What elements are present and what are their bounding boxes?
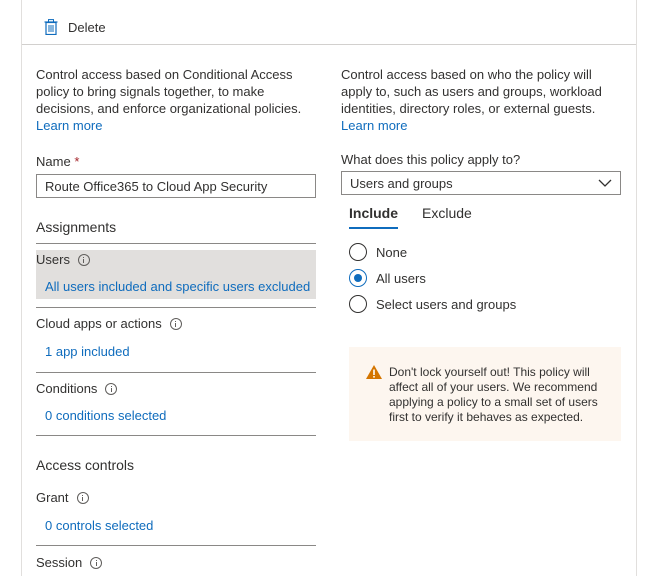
apply-to-label: What does this policy apply to? [341, 152, 521, 167]
delete-label: Delete [68, 19, 106, 35]
radio-option-none[interactable]: None [349, 243, 407, 261]
info-icon[interactable] [169, 317, 182, 330]
name-label-text: Name [36, 154, 71, 169]
grant-divider [36, 545, 316, 546]
command-bar [22, 0, 636, 45]
chevron-down-icon [598, 179, 612, 187]
radio-option-all-users[interactable]: All users [349, 269, 426, 287]
info-icon[interactable] [105, 382, 118, 395]
trash-icon [44, 19, 58, 35]
apply-to-dropdown[interactable]: Users and groups [341, 171, 621, 195]
info-icon[interactable] [77, 253, 90, 266]
radio-none-label: None [376, 244, 408, 260]
left-description-text: Control access based on Conditional Acce… [36, 67, 302, 116]
session-label: Session [36, 555, 83, 570]
radio-select-users-label: Select users and groups [376, 296, 517, 312]
info-icon[interactable] [90, 556, 103, 569]
grant-value-link[interactable]: 0 controls selected [45, 518, 153, 533]
required-mark: * [74, 154, 80, 169]
cloud-apps-assignment[interactable]: Cloud apps or actions 1 app included [36, 310, 316, 370]
grant-control[interactable]: Grant 0 controls selected [36, 483, 316, 541]
warning-icon [366, 365, 382, 379]
session-control[interactable]: Session [36, 548, 316, 576]
left-description: Control access based on Conditional Acce… [36, 66, 311, 134]
delete-button[interactable]: Delete [44, 16, 106, 38]
right-description-text: Control access based on who the policy w… [341, 67, 602, 116]
users-title: Users [36, 252, 90, 267]
grant-title: Grant [36, 490, 89, 505]
policy-name-input[interactable] [36, 174, 316, 198]
warning-text: Don't lock yourself out! This policy wil… [389, 365, 598, 424]
access-controls-heading: Access controls [36, 457, 135, 473]
cloud-apps-value-link[interactable]: 1 app included [45, 344, 130, 359]
blade-left-border [21, 0, 22, 576]
radio-select-users[interactable] [349, 295, 367, 313]
conditions-value-link[interactable]: 0 conditions selected [45, 408, 166, 423]
assignments-divider [36, 243, 316, 244]
radio-all-users-label: All users [376, 270, 426, 286]
users-assignment[interactable]: Users All users included and specific us… [36, 250, 316, 299]
radio-none[interactable] [349, 243, 367, 261]
users-divider [36, 307, 316, 308]
session-title: Session [36, 555, 103, 570]
apply-to-value: Users and groups [350, 175, 453, 191]
tab-exclude[interactable]: Exclude [422, 205, 472, 229]
grant-label: Grant [36, 490, 69, 505]
radio-all-users[interactable] [349, 269, 367, 287]
right-learn-more-link[interactable]: Learn more [341, 118, 407, 133]
users-label: Users [36, 252, 70, 267]
cloud-apps-title: Cloud apps or actions [36, 316, 182, 331]
conditions-title: Conditions [36, 381, 118, 396]
blade-right-border [636, 0, 637, 576]
right-description: Control access based on who the policy w… [341, 66, 626, 134]
assignments-heading: Assignments [36, 219, 117, 235]
conditions-assignment[interactable]: Conditions 0 conditions selected [36, 374, 316, 432]
radio-option-select-users[interactable]: Select users and groups [349, 295, 516, 313]
users-value-link[interactable]: All users included and specific users ex… [45, 279, 310, 294]
info-icon[interactable] [76, 491, 89, 504]
include-exclude-tabs: Include Exclude [349, 205, 496, 229]
cloud-apps-divider [36, 372, 316, 373]
conditions-divider [36, 435, 316, 436]
policy-editor: Delete Control access based on Condition… [0, 0, 662, 576]
name-label: Name * [36, 154, 79, 169]
cloud-apps-label: Cloud apps or actions [36, 316, 162, 331]
tab-include[interactable]: Include [349, 205, 399, 229]
left-learn-more-link[interactable]: Learn more [36, 118, 102, 133]
conditions-label: Conditions [36, 381, 98, 396]
warning-message: Don't lock yourself out! This policy wil… [349, 347, 621, 441]
